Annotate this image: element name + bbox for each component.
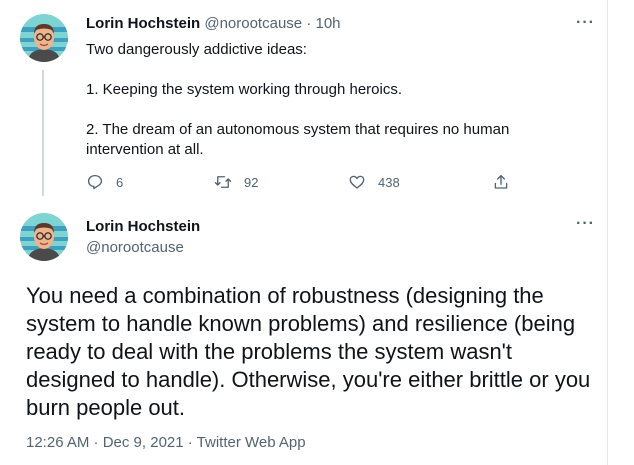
more-icon[interactable]: ··· [576,215,595,233]
tweet1-header: Lorin Hochstein @norootcause · 10h [86,15,341,32]
more-icon[interactable]: ··· [576,14,595,32]
share-icon [494,174,508,189]
tweet1-actions: 6 92 438 [86,172,516,192]
tweet-time[interactable]: 10h [315,15,340,32]
author-name[interactable]: Lorin Hochstein [86,218,200,235]
tweet2-text: You need a combination of robustness (de… [26,283,591,420]
like-button[interactable]: 438 [348,172,400,192]
heart-icon [349,175,365,189]
reply-button[interactable]: 6 [86,172,123,192]
tweet1-paragraph: Two dangerously addictive ideas: [86,41,307,58]
avatar-image [20,213,68,261]
thread-line [42,70,44,196]
retweet-count: 92 [244,174,259,190]
avatar-image [20,14,68,62]
author-handle[interactable]: @norootcause [204,15,302,32]
tweet1-paragraph: 1. Keeping the system working through he… [86,81,403,98]
tweet1-text: Two dangerously addictive ideas: 1. Keep… [86,40,586,160]
like-count: 438 [378,174,400,190]
tweet-thread: Lorin Hochstein @norootcause · 10h ··· T… [0,0,608,465]
share-button[interactable] [492,172,522,192]
author-name[interactable]: Lorin Hochstein [86,15,200,32]
reply-icon [87,174,103,190]
retweet-button[interactable]: 92 [214,172,258,192]
reply-count: 6 [116,174,124,190]
retweet-icon [214,176,232,188]
dot-separator: · [306,15,312,32]
avatar[interactable] [20,213,68,261]
tweet1-paragraph: 2. The dream of an autonomous system tha… [86,121,510,158]
author-handle[interactable]: @norootcause [86,239,184,256]
tweet-timestamp[interactable]: 12:26 AM · Dec 9, 2021 · Twitter Web App [26,434,306,451]
avatar[interactable] [20,14,68,62]
